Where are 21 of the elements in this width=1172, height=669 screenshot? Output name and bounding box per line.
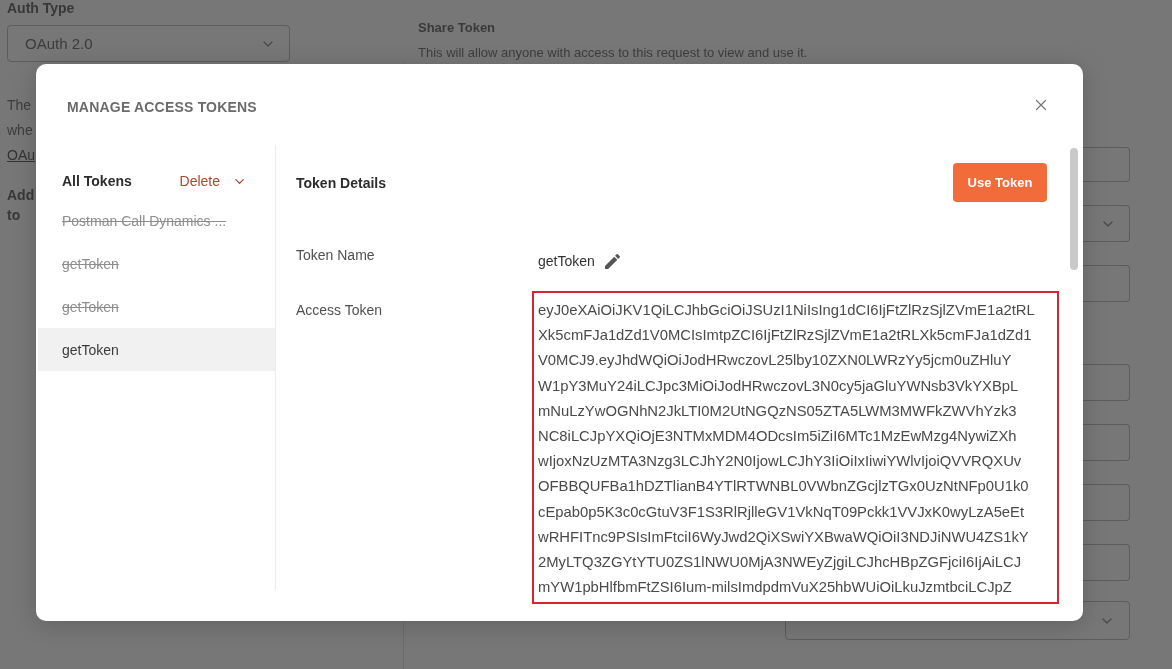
token-item[interactable]: getToken xyxy=(38,328,275,371)
field-label: Access Token xyxy=(296,301,383,320)
pencil-icon[interactable] xyxy=(604,253,620,269)
section-label: Add to xyxy=(7,186,35,225)
description-text: The whe OAu xyxy=(7,96,35,165)
use-token-button[interactable]: Use Token xyxy=(953,163,1047,202)
details-title: Token Details xyxy=(296,174,386,191)
scrollbar-thumb[interactable] xyxy=(1070,148,1078,270)
dialog-title: MANAGE ACCESS TOKENS xyxy=(67,98,257,115)
access-token-value: eyJ0eXAiOiJKV1QiLCJhbGciOiJSUzI1NiIsIng1dCI6IjFtZlRzSjlZVmE1a2tRL Xk5cmFJa1dZd1V0MCIsImtpZCI6IjFtZlRzSjlZVmE1a2tRLXk5cmFJa1dZd1 V0MCJ9.eyJhdWQiOiJodHRwczovL25lby10ZXN0LWRzYy5jcm0uZHluY W1pY3MuY24iLCJpc3MiOiJodHRwczovL3N0cy5jaGluYWNsb3VkYXBpL mNuLzYwOGNhN2JkLTI0M2UtNGQzNS05ZTA5LWM3MWFkZWVhYzk3 NC8iLCJpYXQiOjE3NTMxMDM4ODcsIm5iZiI6MTc1MzEwMzg4NywiZXh wIjoxNzUzMTA3Nzg3LCJhY2N0IjowLCJhY3IiOiIxIiwiYWlvIjoiQVVRQXUv OFBBQUFBa1hDZTlianB4YTlRTWNBL0VWbnZGcjlzTGx0UzNtNFp0U1k0 cEpab0p5K3c0cGtuV3F1S3RlRjlleGV1VkNqT09Pckk1VVJxK0wyLzA5eEt wRHFITnc9PSIsImFtciI6WyJwd2QiXSwiYXBwaWQiOiI3NDJiNWU4ZS1kY 2MyLTQ3ZGYtYTU0ZS1lNWU0MjA3NWEyZjgiLCJhcHBpZGFjciI6IjAiLCJ mYW1pbHlfbmFtZSI6Ium-milsImdpdmVuX25hbWUiOiLkuJzmtbciLCJpZ xyxy=(532,291,1059,605)
sidebar-heading: All Tokens xyxy=(62,173,132,189)
share-token-title: Share Token xyxy=(418,20,496,36)
field-label: Token Name xyxy=(296,246,375,265)
token-name-value: getToken xyxy=(538,252,595,271)
auth-type-label: Auth Type xyxy=(7,0,75,16)
token-item[interactable]: Postman Call Dynamics ... xyxy=(38,199,275,242)
link[interactable]: OAu xyxy=(7,147,35,163)
token-item[interactable]: getToken xyxy=(38,242,275,285)
token-item[interactable]: getToken xyxy=(38,285,275,328)
auth-type-select[interactable]: OAuth 2.0 xyxy=(7,25,290,62)
delete-button[interactable]: Delete xyxy=(179,173,247,189)
